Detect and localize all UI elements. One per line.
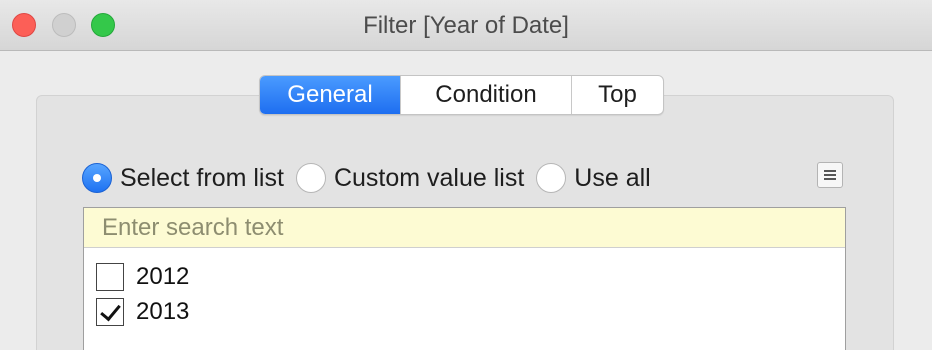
list-menu-button[interactable] <box>817 162 843 188</box>
checkbox-unchecked[interactable] <box>96 263 124 291</box>
list-item[interactable]: 2012 <box>96 261 189 293</box>
radio-label: Use all <box>574 163 651 192</box>
window-title: Filter [Year of Date] <box>363 12 569 39</box>
checkbox-checked[interactable] <box>96 298 124 326</box>
tab-bar: General Condition Top <box>259 75 664 115</box>
radio-button[interactable] <box>295 163 326 193</box>
title-bar: Filter [Year of Date] <box>0 0 932 51</box>
radio-custom-value-list[interactable]: Custom value list <box>295 163 525 193</box>
tab-general[interactable]: General <box>260 76 400 114</box>
radio-button-checked[interactable] <box>82 163 112 193</box>
radio-button[interactable] <box>536 163 567 193</box>
list-item-label: 2012 <box>136 263 190 290</box>
list-item[interactable]: 2013 <box>96 296 189 328</box>
list-item-label: 2013 <box>136 298 190 325</box>
search-input[interactable] <box>84 208 845 248</box>
selection-mode-group: Select from list Custom value list Use a… <box>82 160 663 196</box>
tab-top[interactable]: Top <box>571 76 663 114</box>
tab-condition[interactable]: Condition <box>400 76 571 114</box>
value-list: 2012 2013 <box>83 207 846 350</box>
filter-dialog: Filter [Year of Date] General Condition … <box>0 0 932 350</box>
checkmark-icon <box>100 299 121 322</box>
radio-use-all[interactable]: Use all <box>536 163 651 193</box>
radio-label: Select from list <box>120 163 284 192</box>
radio-select-from-list[interactable]: Select from list <box>82 163 284 193</box>
radio-label: Custom value list <box>333 163 525 192</box>
